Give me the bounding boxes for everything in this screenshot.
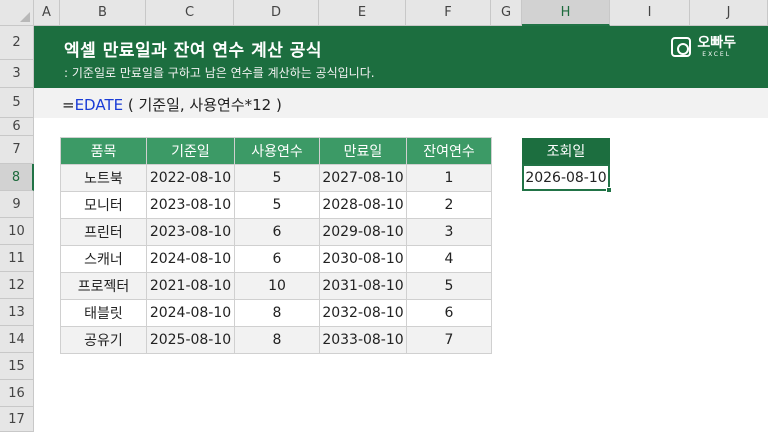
row-header-12[interactable]: 12	[0, 272, 34, 299]
cell-remaining-years[interactable]: 3	[406, 218, 492, 246]
row-header-3[interactable]: 3	[0, 60, 34, 88]
cell-use-years[interactable]: 5	[234, 191, 320, 219]
row-header-5[interactable]: 5	[0, 88, 34, 118]
cell-item[interactable]: 프린터	[60, 218, 147, 246]
row-header-13[interactable]: 13	[0, 299, 34, 326]
cell-base-date[interactable]: 2024-08-10	[146, 245, 235, 273]
asset-table: 품목 기준일 사용연수 만료일 잔여연수 노트북 2022-08-10 5 20…	[60, 137, 492, 354]
lookup-date-cell[interactable]: 2026-08-10	[522, 164, 612, 193]
formula-args: ( 기준일, 사용연수*12 )	[123, 96, 282, 114]
cell-remaining-years[interactable]: 6	[406, 299, 492, 327]
cell-item[interactable]: 프로젝터	[60, 272, 147, 300]
formula-band: =EDATE ( 기준일, 사용연수*12 )	[34, 88, 768, 118]
header-use-years[interactable]: 사용연수	[234, 137, 320, 165]
brand-logo: 오빠두 EXCEL	[671, 36, 736, 58]
formula-prefix: =	[62, 96, 75, 114]
cell-remaining-years[interactable]: 5	[406, 272, 492, 300]
row-header-9[interactable]: 9	[0, 191, 34, 218]
banner-subtitle: : 기준일로 만료일을 구하고 남은 연수를 계산하는 공식입니다.	[64, 66, 375, 80]
column-header-f[interactable]: F	[406, 0, 491, 26]
cell-expiry-date[interactable]: 2031-08-10	[319, 272, 407, 300]
cell-base-date[interactable]: 2022-08-10	[146, 164, 235, 192]
row-header-16[interactable]: 16	[0, 380, 34, 407]
title-banner: 엑셀 만료일과 잔여 연수 계산 공식 : 기준일로 만료일을 구하고 남은 연…	[34, 26, 768, 88]
brand-name: 오빠두	[697, 35, 736, 51]
cell-use-years[interactable]: 8	[234, 326, 320, 354]
cell-expiry-date[interactable]: 2029-08-10	[319, 218, 407, 246]
fill-handle[interactable]	[606, 187, 612, 193]
header-base-date[interactable]: 기준일	[146, 137, 235, 165]
row-header-11[interactable]: 11	[0, 245, 34, 272]
row-header-14[interactable]: 14	[0, 326, 34, 353]
cell-base-date[interactable]: 2021-08-10	[146, 272, 235, 300]
cell-base-date[interactable]: 2025-08-10	[146, 326, 235, 354]
table-row: 노트북 2022-08-10 5 2027-08-10 1	[60, 164, 492, 192]
cell-base-date[interactable]: 2024-08-10	[146, 299, 235, 327]
cell-remaining-years[interactable]: 4	[406, 245, 492, 273]
cell-use-years[interactable]: 8	[234, 299, 320, 327]
cell-item[interactable]: 모니터	[60, 191, 147, 219]
row-header-15[interactable]: 15	[0, 353, 34, 380]
cell-remaining-years[interactable]: 2	[406, 191, 492, 219]
column-header-i[interactable]: I	[610, 0, 690, 26]
cell-item[interactable]: 태블릿	[60, 299, 147, 327]
lookup-date-header[interactable]: 조회일	[522, 138, 610, 164]
row-header-17[interactable]: 17	[0, 407, 34, 432]
formula-text[interactable]: =EDATE ( 기준일, 사용연수*12 )	[62, 94, 282, 115]
row-header-10[interactable]: 10	[0, 218, 34, 245]
row-header-8[interactable]: 8	[0, 164, 34, 191]
table-row: 공유기 2025-08-10 8 2033-08-10 7	[60, 326, 492, 354]
column-header-h[interactable]: H	[522, 0, 610, 26]
header-expiry-date[interactable]: 만료일	[319, 137, 407, 165]
cell-remaining-years[interactable]: 7	[406, 326, 492, 354]
cell-base-date[interactable]: 2023-08-10	[146, 218, 235, 246]
brand-sub: EXCEL	[702, 51, 732, 58]
table-row: 프린터 2023-08-10 6 2029-08-10 3	[60, 218, 492, 246]
cell-expiry-date[interactable]: 2027-08-10	[319, 164, 407, 192]
column-header-j[interactable]: J	[690, 0, 768, 26]
cell-use-years[interactable]: 5	[234, 164, 320, 192]
header-remaining-years[interactable]: 잔여연수	[406, 137, 492, 165]
table-row: 프로젝터 2021-08-10 10 2031-08-10 5	[60, 272, 492, 300]
banner-title: 엑셀 만료일과 잔여 연수 계산 공식	[64, 41, 323, 61]
table-row: 태블릿 2024-08-10 8 2032-08-10 6	[60, 299, 492, 327]
column-header-b[interactable]: B	[60, 0, 146, 26]
cell-expiry-date[interactable]: 2032-08-10	[319, 299, 407, 327]
select-all-corner[interactable]	[0, 0, 34, 26]
cell-expiry-date[interactable]: 2028-08-10	[319, 191, 407, 219]
formula-function: EDATE	[74, 96, 124, 114]
column-header-d[interactable]: D	[234, 0, 319, 26]
column-header-c[interactable]: C	[146, 0, 234, 26]
cell-remaining-years[interactable]: 1	[406, 164, 492, 192]
cell-use-years[interactable]: 6	[234, 218, 320, 246]
cell-item[interactable]: 공유기	[60, 326, 147, 354]
row-header-7[interactable]: 7	[0, 136, 34, 164]
column-header-g[interactable]: G	[491, 0, 522, 26]
cell-use-years[interactable]: 6	[234, 245, 320, 273]
cell-item[interactable]: 스캐너	[60, 245, 147, 273]
table-row: 스캐너 2024-08-10 6 2030-08-10 4	[60, 245, 492, 273]
column-header-a[interactable]: A	[34, 0, 60, 26]
column-header-e[interactable]: E	[319, 0, 406, 26]
row-header-2[interactable]: 2	[0, 26, 34, 60]
header-item[interactable]: 품목	[60, 137, 147, 165]
row-header-6[interactable]: 6	[0, 118, 34, 136]
cell-use-years[interactable]: 10	[234, 272, 320, 300]
brand-icon	[671, 37, 692, 57]
cell-item[interactable]: 노트북	[60, 164, 147, 192]
table-row: 모니터 2023-08-10 5 2028-08-10 2	[60, 191, 492, 219]
cell-base-date[interactable]: 2023-08-10	[146, 191, 235, 219]
cell-expiry-date[interactable]: 2030-08-10	[319, 245, 407, 273]
cell-expiry-date[interactable]: 2033-08-10	[319, 326, 407, 354]
lookup-date-value: 2026-08-10	[525, 169, 607, 186]
